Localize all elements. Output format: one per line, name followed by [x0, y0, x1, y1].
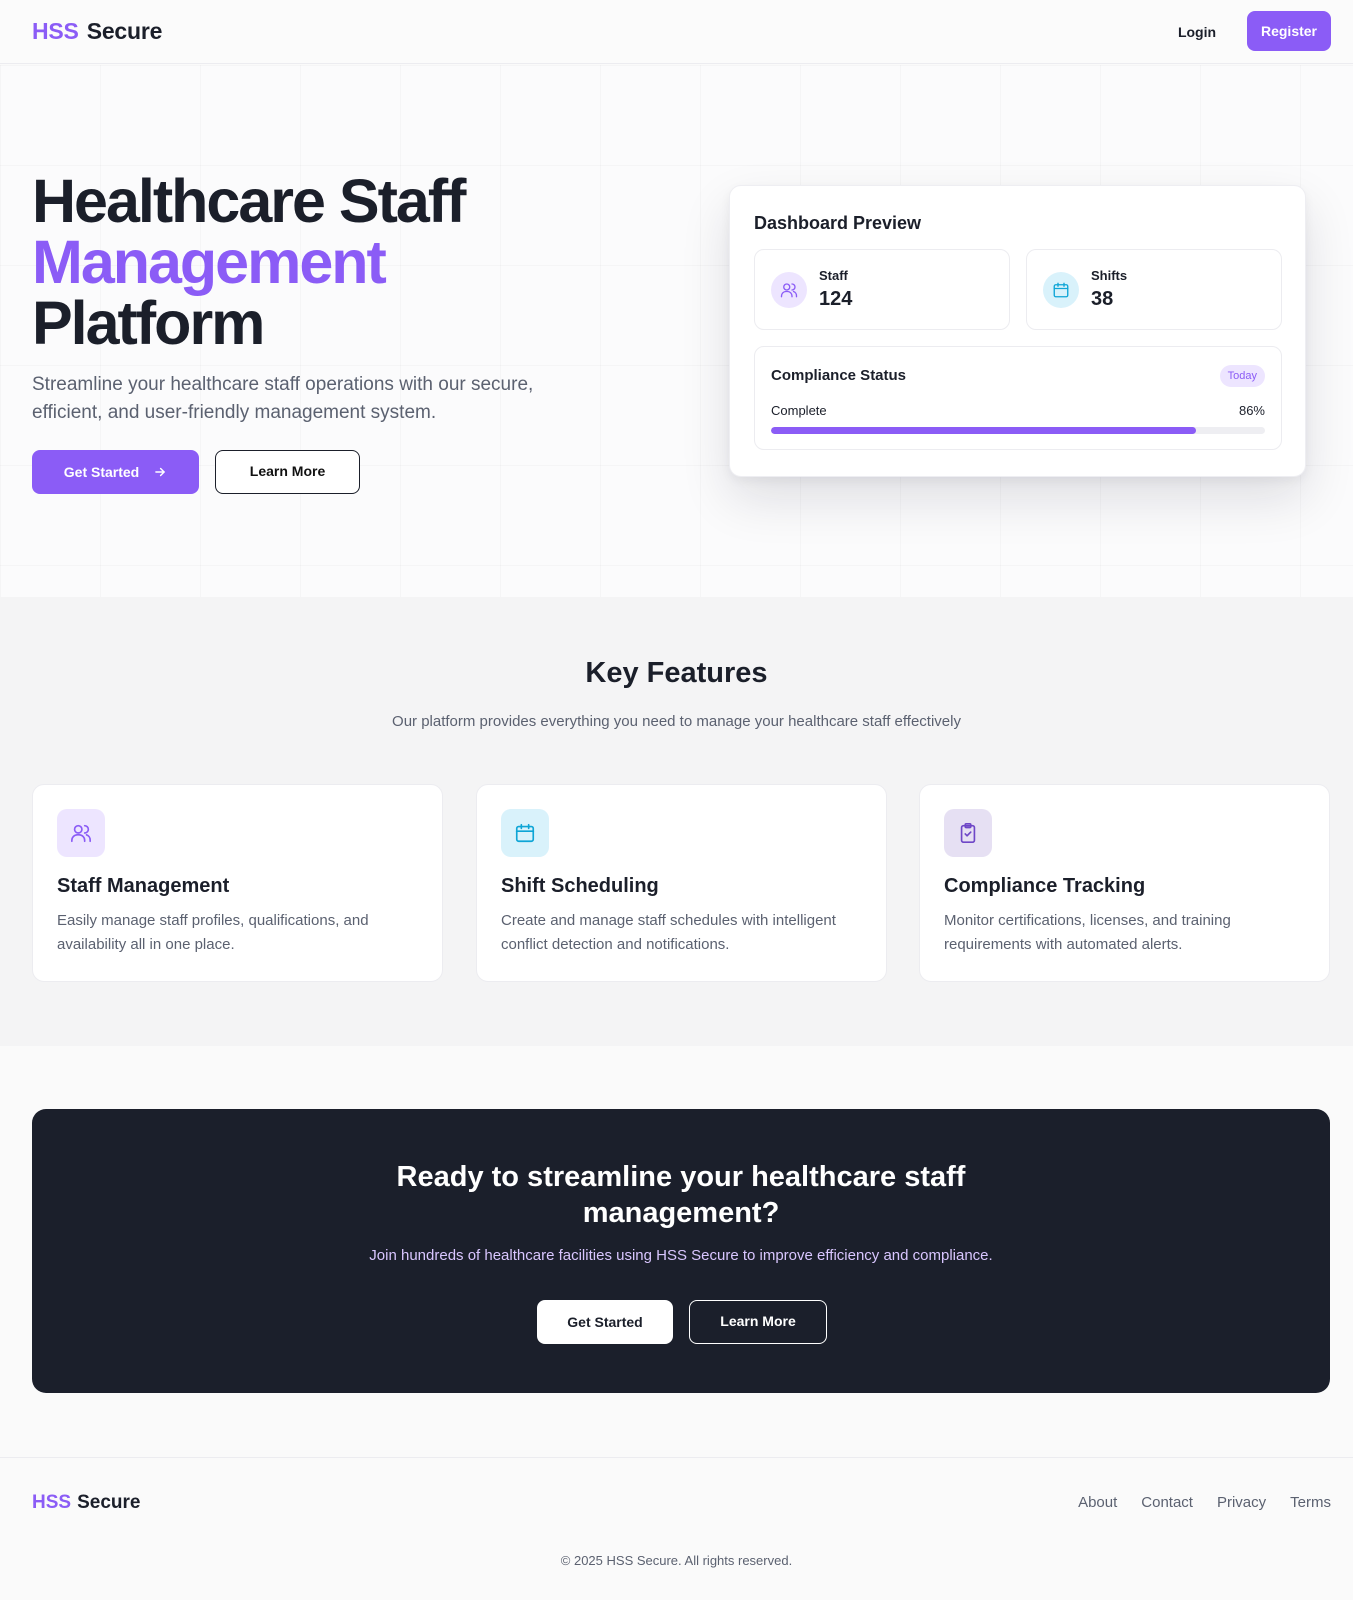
compliance-label: Complete: [771, 403, 827, 418]
hero-title-line1: Healthcare Staff: [32, 167, 466, 235]
staff-stat-card: Staff 124: [754, 249, 1010, 330]
hero-title-line2: Management: [32, 228, 387, 296]
compliance-progress-bar: [771, 427, 1265, 434]
site-header: HSS Secure Login Register: [0, 0, 1353, 64]
compliance-status-card: Compliance Status Today Complete 86%: [754, 346, 1282, 450]
learn-more-button[interactable]: Learn More: [215, 450, 360, 494]
calendar-icon: [501, 809, 549, 857]
hero-section: Healthcare Staff Management Platform Str…: [0, 65, 1353, 597]
footer-links: About Contact Privacy Terms: [1078, 1494, 1331, 1511]
shifts-stat-label: Shifts: [1091, 268, 1128, 283]
footer-logo[interactable]: HSS Secure: [32, 1492, 140, 1514]
feature-description: Monitor certifications, licenses, and tr…: [944, 912, 1231, 953]
cta-learn-more-button[interactable]: Learn More: [689, 1300, 827, 1344]
staff-stat-label: Staff: [819, 268, 848, 283]
logo-secondary: Secure: [86, 18, 163, 44]
get-started-label: Get Started: [63, 464, 140, 480]
arrow-right-icon: [153, 465, 167, 479]
today-badge: Today: [1219, 365, 1265, 387]
feature-card-shift-scheduling: Shift Scheduling Create and manage staff…: [476, 784, 887, 982]
feature-description: Easily manage staff profiles, qualificat…: [57, 912, 369, 953]
cta-subtitle: Join hundreds of healthcare facilities u…: [369, 1247, 993, 1264]
footer-link-terms[interactable]: Terms: [1290, 1494, 1331, 1511]
cta-banner: Ready to streamline your healthcare staf…: [32, 1109, 1330, 1393]
feature-card-staff-management: Staff Management Easily manage staff pro…: [32, 784, 443, 982]
feature-title: Staff Management: [57, 875, 230, 897]
compliance-percent: 86%: [1238, 403, 1265, 418]
hero-subtitle: Streamline your healthcare staff operati…: [32, 374, 534, 423]
footer-logo-secondary: Secure: [77, 1492, 141, 1513]
staff-stat-value: 124: [819, 288, 853, 310]
hero-title: Healthcare Staff Management Platform: [32, 171, 652, 354]
register-button[interactable]: Register: [1247, 11, 1331, 51]
shifts-stat-value: 38: [1091, 288, 1114, 310]
logo-primary: HSS: [32, 18, 79, 44]
cta-title: Ready to streamline your healthcare staf…: [396, 1161, 966, 1229]
dashboard-preview-card: Dashboard Preview Staff 124 Shifts 38 Co…: [729, 185, 1306, 477]
cta-get-started-button[interactable]: Get Started: [537, 1300, 673, 1344]
hero-title-line3: Platform: [32, 289, 265, 357]
shifts-stat-card: Shifts 38: [1026, 249, 1282, 330]
feature-title: Shift Scheduling: [501, 875, 659, 897]
features-title: Key Features: [585, 657, 768, 689]
users-icon: [771, 272, 807, 308]
footer-link-about[interactable]: About: [1078, 1494, 1117, 1511]
features-subtitle: Our platform provides everything you nee…: [392, 713, 961, 730]
site-footer: HSS Secure About Contact Privacy Terms © …: [0, 1457, 1353, 1600]
get-started-button[interactable]: Get Started: [32, 450, 199, 494]
login-link[interactable]: Login: [1162, 20, 1232, 44]
clipboard-check-icon: [944, 809, 992, 857]
feature-card-compliance-tracking: Compliance Tracking Monitor certificatio…: [919, 784, 1330, 982]
copyright-text: © 2025 HSS Secure. All rights reserved.: [560, 1553, 793, 1568]
footer-link-privacy[interactable]: Privacy: [1217, 1494, 1266, 1511]
footer-link-contact[interactable]: Contact: [1141, 1494, 1193, 1511]
compliance-title: Compliance Status: [771, 367, 907, 384]
calendar-icon: [1043, 272, 1079, 308]
features-section: Key Features Our platform provides every…: [0, 597, 1353, 1046]
logo[interactable]: HSS Secure: [32, 18, 162, 45]
users-icon: [57, 809, 105, 857]
feature-title: Compliance Tracking: [944, 875, 1146, 897]
dashboard-preview-title: Dashboard Preview: [754, 213, 922, 233]
footer-logo-primary: HSS: [32, 1492, 72, 1513]
compliance-progress-fill: [771, 427, 1196, 434]
feature-description: Create and manage staff schedules with i…: [501, 912, 836, 953]
